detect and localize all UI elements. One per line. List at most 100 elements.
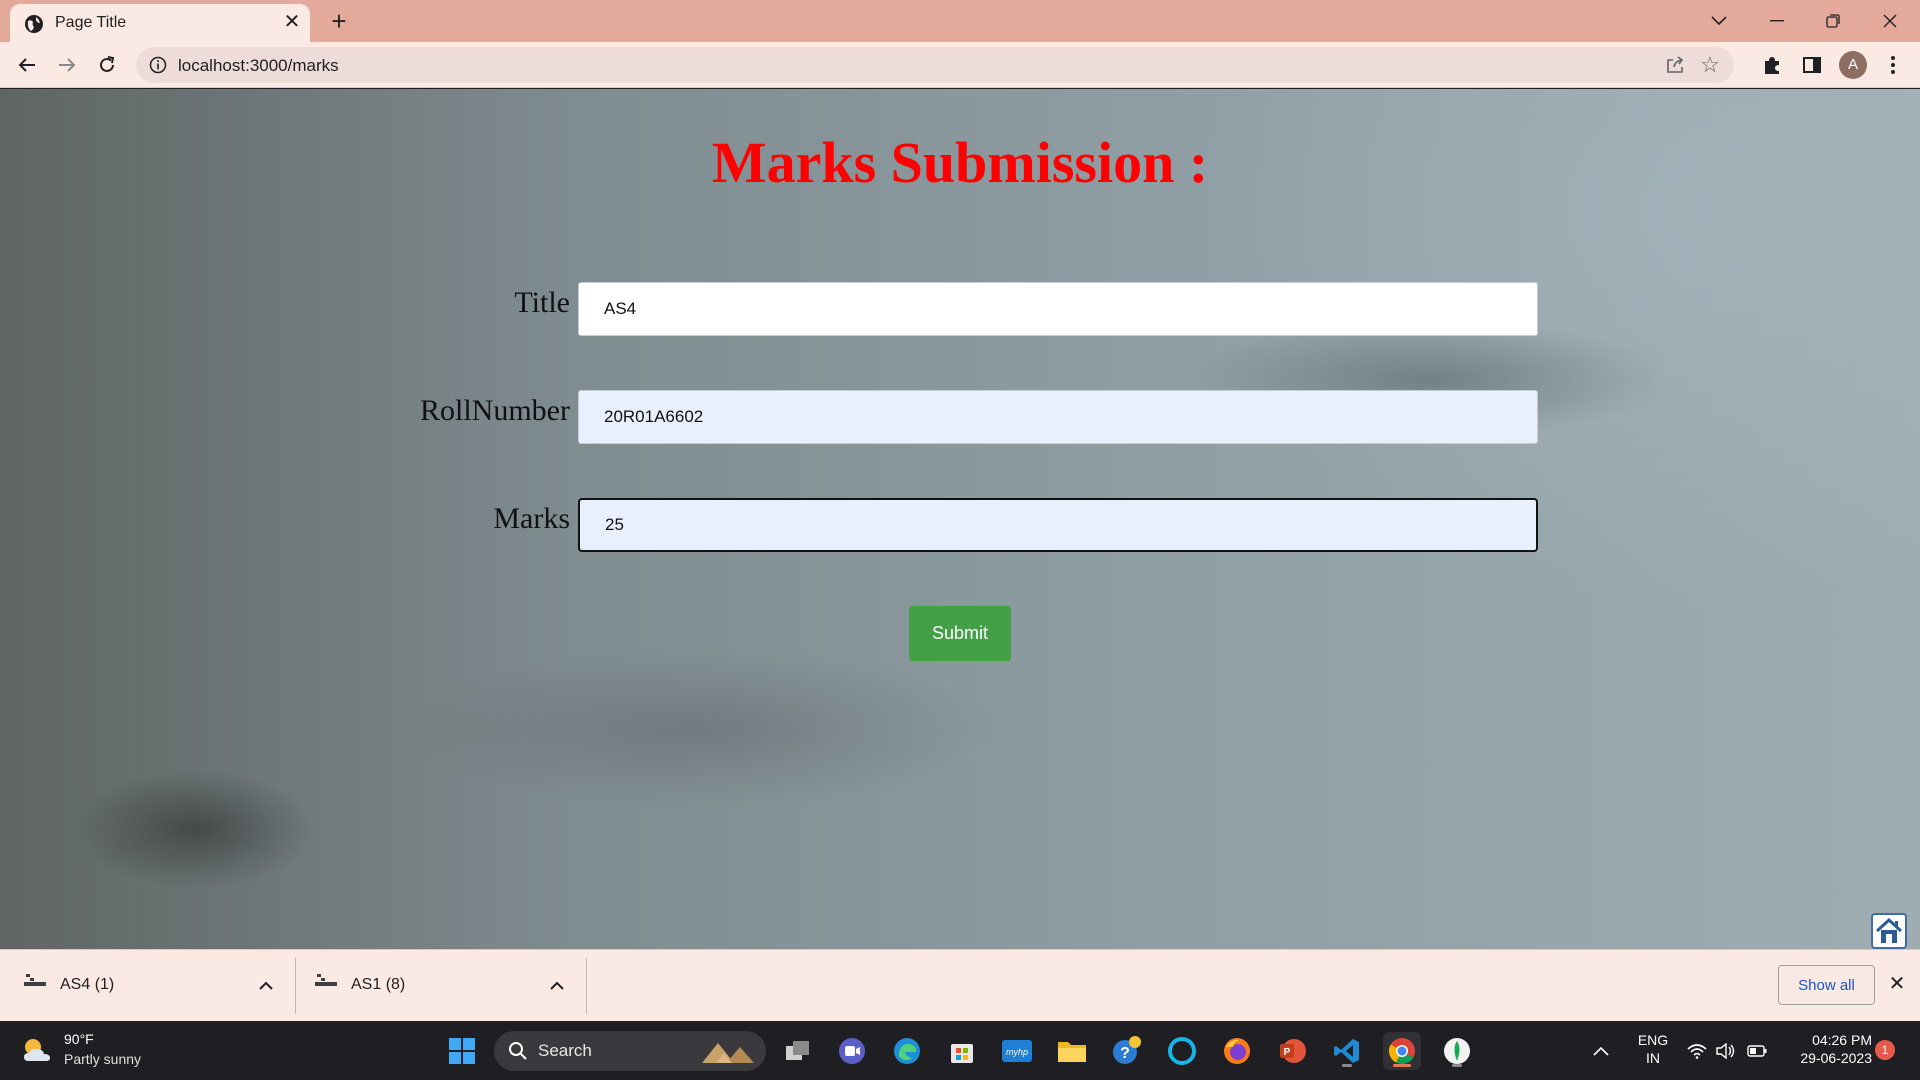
close-window-button[interactable] bbox=[1870, 6, 1910, 36]
marks-input[interactable] bbox=[578, 498, 1538, 552]
extensions-button[interactable] bbox=[1758, 51, 1786, 79]
lang-line1: ENG bbox=[1637, 1032, 1669, 1048]
home-button[interactable] bbox=[1871, 913, 1907, 949]
chrome-icon[interactable] bbox=[1383, 1032, 1421, 1070]
profile-avatar[interactable]: A bbox=[1839, 51, 1867, 79]
battery-icon[interactable] bbox=[1744, 1021, 1770, 1080]
myhp-icon[interactable]: myhp bbox=[998, 1032, 1036, 1070]
rollnumber-label: RollNumber bbox=[420, 394, 570, 427]
arrow-right-icon bbox=[59, 58, 76, 72]
browser-menu-button[interactable] bbox=[1879, 51, 1907, 79]
svg-text:?: ? bbox=[1120, 1045, 1130, 1062]
mongodb-compass-icon[interactable] bbox=[1438, 1032, 1476, 1070]
vscode-icon[interactable] bbox=[1328, 1032, 1366, 1070]
taskbar-search[interactable]: Search bbox=[494, 1031, 766, 1071]
windows-taskbar: 90°F Partly sunny Search myhp ? P ENG IN… bbox=[0, 1021, 1920, 1080]
reload-button[interactable] bbox=[93, 51, 121, 79]
download-item[interactable]: AS4 (1) bbox=[0, 958, 290, 1014]
bookmark-star-icon[interactable]: ☆ bbox=[1698, 53, 1722, 77]
home-icon bbox=[1875, 917, 1903, 943]
partly-sunny-icon bbox=[24, 1039, 50, 1061]
divider bbox=[586, 958, 587, 1014]
close-icon bbox=[1883, 14, 1897, 28]
file-explorer-icon[interactable] bbox=[1053, 1032, 1091, 1070]
task-view-icon[interactable] bbox=[779, 1032, 817, 1070]
get-help-icon[interactable]: ? bbox=[1108, 1032, 1146, 1070]
download-name: AS1 (8) bbox=[351, 976, 406, 993]
side-panel-icon bbox=[1803, 57, 1821, 73]
url-text[interactable]: localhost:3000/marks bbox=[178, 56, 339, 76]
chevron-up-icon[interactable] bbox=[545, 974, 569, 998]
svg-text:myhp: myhp bbox=[1006, 1047, 1028, 1057]
download-item[interactable]: AS1 (8) bbox=[291, 958, 581, 1014]
edge-browser-icon[interactable] bbox=[888, 1032, 926, 1070]
search-label: Search bbox=[538, 1041, 592, 1060]
running-indicator bbox=[1452, 1064, 1462, 1067]
new-tab-button[interactable]: + bbox=[325, 7, 353, 35]
clock-time: 04:26 PM bbox=[1812, 1032, 1872, 1048]
running-indicator bbox=[1393, 1064, 1411, 1067]
back-button[interactable] bbox=[13, 51, 41, 79]
running-indicator bbox=[1342, 1064, 1352, 1067]
browser-tab-strip: Page Title ✕ + bbox=[0, 0, 1920, 42]
title-label: Title bbox=[514, 286, 570, 319]
page-viewport: Marks Submission : Title RollNumber Mark… bbox=[0, 89, 1920, 949]
chevron-up-icon bbox=[1593, 1046, 1609, 1056]
clock-date: 29-06-2023 bbox=[1800, 1050, 1872, 1066]
page-title: Marks Submission : bbox=[711, 130, 1209, 195]
weather-temp: 90°F bbox=[64, 1031, 94, 1047]
windows-logo-icon bbox=[449, 1038, 475, 1064]
address-bar[interactable]: localhost:3000/marks ☆ bbox=[136, 47, 1734, 83]
restore-icon bbox=[1826, 14, 1840, 28]
chevron-down-icon bbox=[1711, 16, 1727, 26]
start-button[interactable] bbox=[443, 1032, 481, 1070]
tab-search-button[interactable] bbox=[1699, 6, 1739, 36]
minimize-button[interactable] bbox=[1757, 6, 1797, 36]
close-tab-icon[interactable]: ✕ bbox=[280, 10, 304, 34]
marks-label: Marks bbox=[493, 502, 570, 535]
downloads-shelf: AS4 (1) AS1 (8) Show all ✕ bbox=[0, 949, 1920, 1021]
powerpoint-icon[interactable]: P bbox=[1273, 1032, 1311, 1070]
browser-tab[interactable]: Page Title ✕ bbox=[10, 4, 310, 42]
puzzle-icon bbox=[1765, 57, 1779, 74]
pyramids-icon bbox=[702, 1043, 754, 1063]
firefox-icon[interactable] bbox=[1218, 1032, 1256, 1070]
weather-widget[interactable]: 90°F Partly sunny bbox=[20, 1029, 220, 1073]
microsoft-store-icon[interactable] bbox=[943, 1032, 981, 1070]
search-icon bbox=[509, 1042, 527, 1060]
svg-text:P: P bbox=[1284, 1047, 1291, 1058]
title-row: Title bbox=[0, 282, 1920, 336]
chevron-up-icon[interactable] bbox=[254, 974, 278, 998]
globe-icon bbox=[25, 15, 43, 33]
title-input[interactable] bbox=[578, 282, 1538, 336]
share-icon[interactable] bbox=[1664, 54, 1686, 76]
wifi-icon[interactable] bbox=[1684, 1021, 1710, 1080]
tab-title: Page Title bbox=[55, 14, 127, 31]
teams-chat-icon[interactable] bbox=[833, 1032, 871, 1070]
show-hidden-icons-button[interactable] bbox=[1589, 1021, 1613, 1080]
lang-line2: IN bbox=[1646, 1050, 1660, 1066]
volume-icon[interactable] bbox=[1713, 1021, 1739, 1080]
more-vertical-icon bbox=[1891, 56, 1895, 74]
submit-button[interactable]: Submit bbox=[909, 606, 1011, 661]
restore-button[interactable] bbox=[1813, 6, 1853, 36]
show-all-button[interactable]: Show all bbox=[1778, 965, 1875, 1005]
arrow-left-icon bbox=[18, 58, 35, 72]
system-clock[interactable]: 04:26 PM 29-06-2023 bbox=[1782, 1031, 1872, 1067]
notification-badge[interactable]: 1 bbox=[1875, 1040, 1895, 1060]
input-language[interactable]: ENG IN bbox=[1633, 1031, 1673, 1067]
marks-row: Marks bbox=[0, 498, 1920, 552]
rollnumber-input[interactable] bbox=[578, 390, 1538, 444]
minimize-icon bbox=[1770, 20, 1784, 22]
file-icon bbox=[24, 974, 46, 986]
forward-button[interactable] bbox=[53, 51, 81, 79]
file-icon bbox=[315, 974, 337, 986]
download-name: AS4 (1) bbox=[60, 976, 115, 993]
side-panel-button[interactable] bbox=[1798, 51, 1826, 79]
browser-toolbar: localhost:3000/marks ☆ A bbox=[0, 42, 1920, 88]
info-icon[interactable] bbox=[148, 55, 168, 75]
reload-icon bbox=[100, 56, 115, 72]
close-shelf-icon[interactable]: ✕ bbox=[1885, 972, 1909, 996]
alexa-icon[interactable] bbox=[1163, 1032, 1201, 1070]
weather-desc: Partly sunny bbox=[64, 1051, 142, 1067]
